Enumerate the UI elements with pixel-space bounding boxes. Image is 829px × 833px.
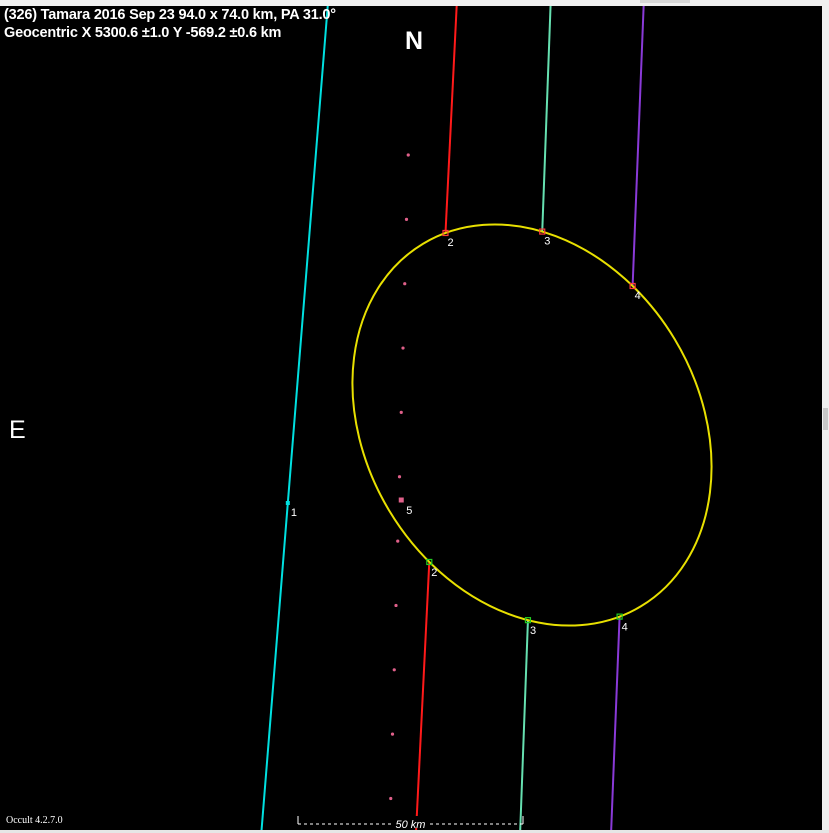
chord-1-marker [285, 501, 290, 505]
chord-2-reappear-label: 2 [431, 567, 437, 579]
chord-1-label: 1 [291, 507, 297, 519]
chord-5-marker [398, 497, 404, 503]
chord-5-dot [397, 475, 402, 479]
scale-bar-label: 50 km [396, 819, 426, 830]
chord-4-lower-segment [610, 616, 621, 830]
chord-5-dot [403, 282, 407, 286]
occultation-plot-area: 1 2 2 3 3 4 4 5 50 km (326) Tamara 2016 Sep 23 … [0, 6, 822, 830]
chord-4-reappear-label: 4 [622, 622, 628, 634]
chord-2-upper-segment [444, 6, 458, 234]
chord-3-reappear-label: 3 [530, 625, 536, 637]
scrollbar-thumb[interactable] [823, 408, 828, 430]
chord-3-disappear-label: 3 [544, 236, 550, 248]
chord-2-disappear-label: 2 [447, 237, 453, 249]
menu-tab-edge[interactable] [640, 0, 690, 3]
chord-5-dot [406, 153, 410, 157]
chord-3-upper-segment [541, 6, 552, 232]
profile-ellipse [351, 223, 713, 627]
chord-5-dot [390, 732, 395, 736]
chart-subtitle: Geocentric X 5300.6 ±1.0 Y -569.2 ±0.6 k… [4, 25, 282, 41]
chord-5-dot [389, 796, 393, 801]
chord-5-label: 5 [406, 505, 412, 517]
vertical-scrollbar[interactable] [822, 6, 829, 830]
occultation-profile-chart: 1 2 2 3 3 4 4 5 50 km [260, 6, 713, 830]
chord-4-upper-segment [631, 6, 645, 287]
chord-5-dot [399, 410, 403, 414]
chord-2-lower-segment [415, 561, 431, 830]
north-compass-label: N [405, 27, 424, 55]
occultation-window: 1 2 2 3 3 4 4 5 50 km (326) Tamara 2016 Sep 23 … [0, 0, 829, 833]
chord-5-dot [394, 603, 398, 608]
east-compass-label: E [9, 416, 26, 444]
chord-5-dot [396, 539, 400, 543]
chord-3-lower-segment [519, 620, 529, 830]
software-version-label: Occult 4.2.7.0 [6, 815, 63, 826]
chord-5-dot [404, 217, 409, 221]
chart-title: (326) Tamara 2016 Sep 23 94.0 x 74.0 km,… [4, 7, 336, 23]
chord-5-dot [401, 346, 405, 350]
chord-5-dot [392, 668, 396, 672]
chord-4-disappear-label: 4 [635, 290, 641, 302]
chord-1-miss-line [260, 6, 329, 830]
